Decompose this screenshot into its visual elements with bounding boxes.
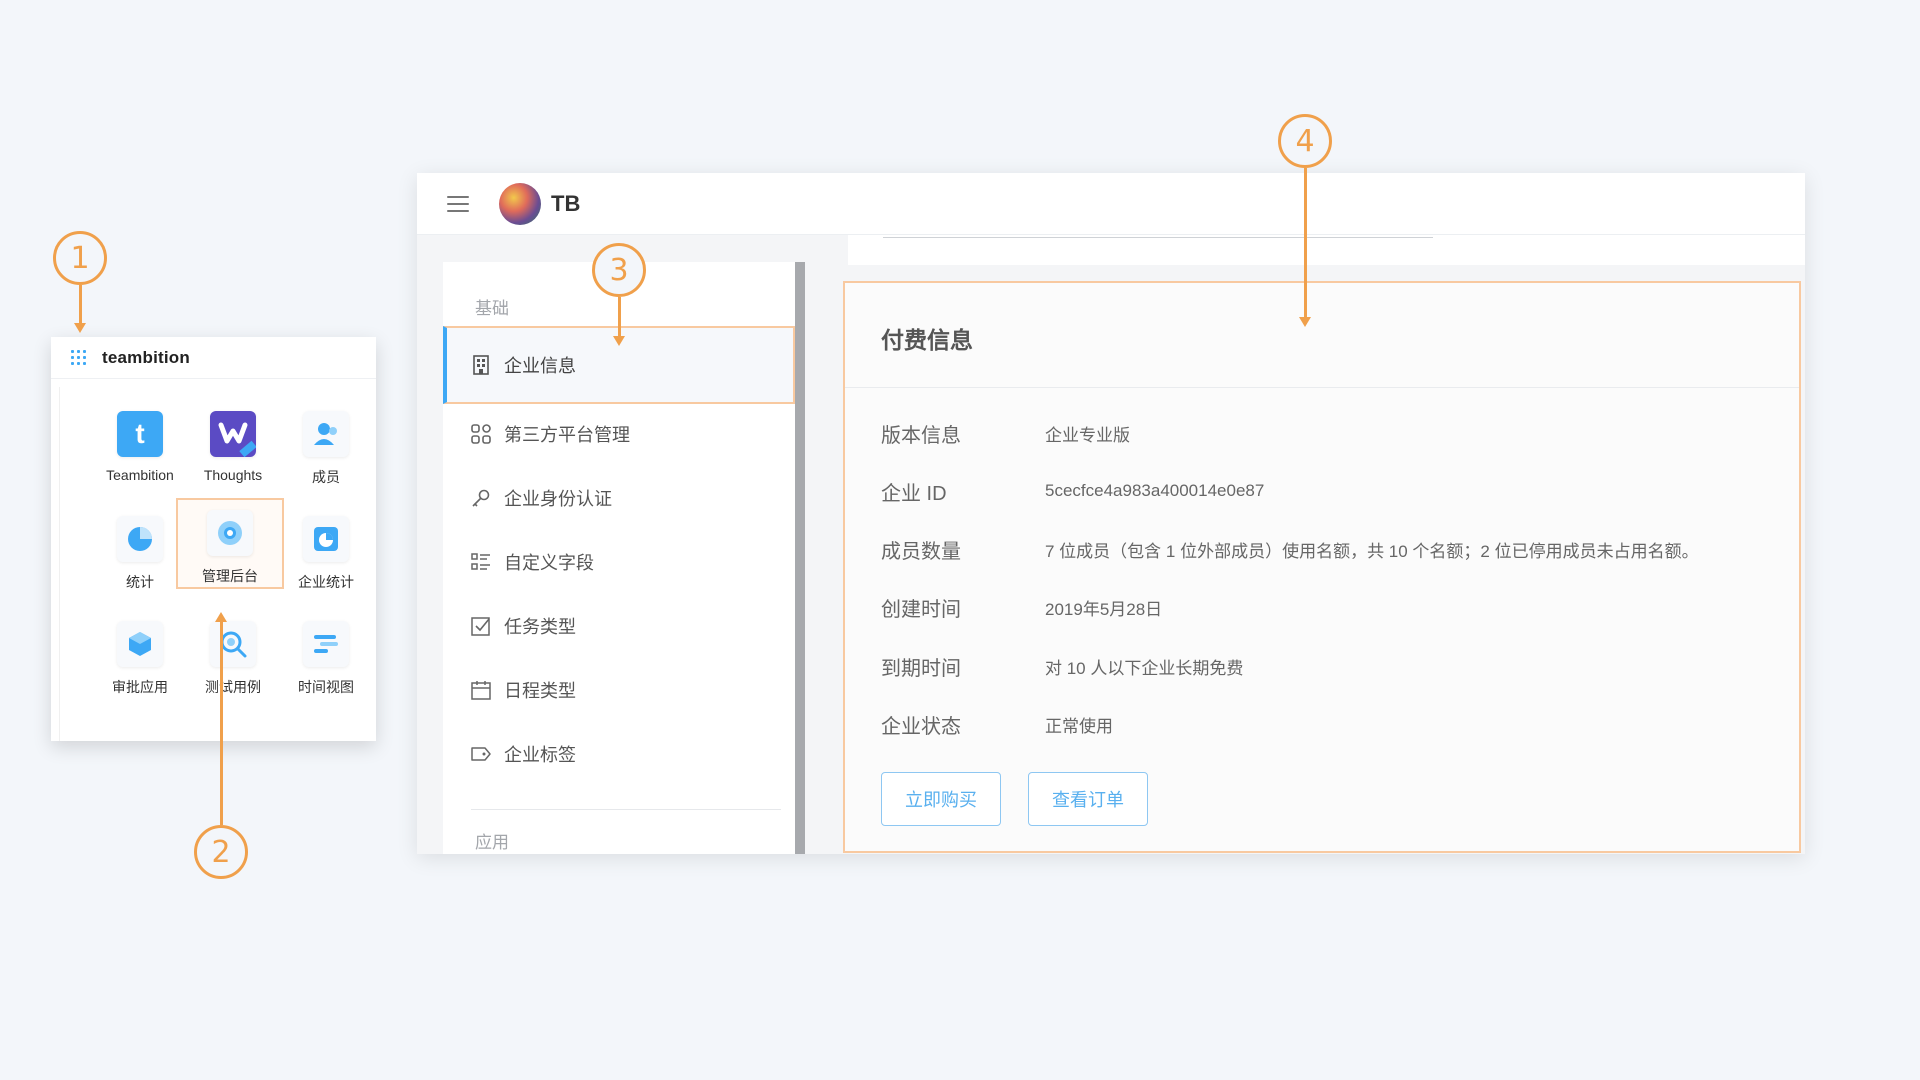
callout-1-line	[79, 285, 82, 324]
card-divider	[883, 237, 1433, 238]
pie-chart-icon	[117, 516, 163, 562]
members-icon	[303, 411, 349, 457]
info-key: 创建时间	[881, 598, 961, 621]
buy-now-button[interactable]: 立即购买	[881, 772, 1001, 826]
info-key: 企业 ID	[881, 482, 947, 505]
task-check-icon	[470, 615, 492, 637]
info-row-enterprise-id: 企业 ID 5cecfce4a983a400014e0e87	[881, 476, 1264, 506]
info-value: 2019年5月28日	[1045, 599, 1163, 619]
launcher-app-grid: t Teambition Thoughts 成员 统计 管理后台 企业统计 审批…	[59, 387, 376, 741]
app-label: 时间视图	[298, 679, 354, 695]
info-value: 7 位成员（包含 1 位外部成员）使用名额，共 10 个名额；2 位已停用成员未…	[1045, 541, 1699, 561]
calendar-icon	[470, 679, 492, 701]
view-orders-button[interactable]: 查看订单	[1028, 772, 1148, 826]
app-label: 审批应用	[112, 679, 168, 695]
info-row-edition: 版本信息 企业专业版	[881, 418, 1130, 448]
callout-2: 2	[194, 825, 248, 879]
admin-icon	[207, 510, 253, 556]
test-case-icon	[210, 621, 256, 667]
sidebar-section-apps: 应用	[475, 833, 509, 852]
info-value: 企业专业版	[1045, 425, 1130, 445]
app-thoughts[interactable]: Thoughts	[183, 401, 283, 501]
app-enterprise-stats[interactable]: 企业统计	[276, 506, 376, 606]
org-avatar[interactable]	[499, 182, 541, 225]
info-value: 正常使用	[1045, 716, 1113, 736]
key-icon	[470, 487, 492, 509]
thoughts-icon	[210, 411, 256, 457]
info-key: 到期时间	[881, 657, 961, 680]
svg-text:t: t	[135, 418, 144, 449]
sidebar-item-task-types[interactable]: 任务类型	[443, 596, 795, 656]
tag-icon	[470, 743, 492, 765]
app-label: Thoughts	[203, 467, 263, 483]
settings-sidebar: 基础 企业信息 第三方平台管理 企业身份认证 自定义字段 任务类型 日程类型 企…	[443, 262, 805, 854]
info-value: 对 10 人以下企业长期免费	[1045, 658, 1244, 678]
app-admin-console[interactable]: 管理后台	[176, 498, 284, 589]
app-label: 管理后台	[202, 568, 258, 584]
app-statistics[interactable]: 统计	[90, 506, 190, 606]
app-members[interactable]: 成员	[276, 401, 376, 501]
app-launcher-panel: teambition t Teambition Thoughts 成员 统计 管…	[51, 337, 376, 741]
org-name: TB	[551, 190, 581, 216]
payment-title: 付费信息	[881, 327, 973, 353]
info-row-status: 企业状态 正常使用	[881, 709, 1113, 739]
callout-2-arrow	[215, 612, 227, 622]
teambition-t-icon: t	[117, 411, 163, 457]
info-key: 企业状态	[881, 715, 961, 738]
callout-1: 1	[53, 231, 107, 285]
info-row-created: 创建时间 2019年5月28日	[881, 592, 1162, 622]
app-teambition[interactable]: t Teambition	[90, 401, 190, 501]
sidebar-item-label: 日程类型	[504, 681, 576, 701]
sidebar-item-custom-fields[interactable]: 自定义字段	[443, 532, 795, 592]
sidebar-divider	[471, 809, 781, 810]
hamburger-menu-icon[interactable]	[447, 195, 469, 212]
info-key: 版本信息	[881, 424, 961, 447]
fields-list-icon	[470, 551, 492, 573]
callout-3-line-b	[618, 297, 621, 337]
sidebar-item-label: 任务类型	[504, 617, 576, 637]
launcher-header: teambition	[51, 337, 376, 379]
app-label: 测试用例	[205, 679, 261, 695]
sidebar-item-third-party[interactable]: 第三方平台管理	[443, 404, 795, 464]
app-label: Teambition	[106, 467, 174, 483]
payment-info-card: 付费信息 版本信息 企业专业版 企业 ID 5cecfce4a983a40001…	[843, 281, 1801, 853]
app-label: 成员	[312, 469, 340, 485]
info-value: 5cecfce4a983a400014e0e87	[1045, 481, 1265, 500]
payment-divider	[845, 387, 1799, 388]
info-row-expiry: 到期时间 对 10 人以下企业长期免费	[881, 651, 1243, 681]
sidebar-item-label: 自定义字段	[504, 553, 594, 573]
callout-3: 3	[592, 243, 646, 297]
app-grid-icon[interactable]	[71, 349, 87, 366]
top-bar: TB	[417, 173, 1805, 235]
sidebar-item-schedule-types[interactable]: 日程类型	[443, 660, 795, 720]
callout-3-arrow	[613, 336, 625, 346]
callout-2-line	[220, 622, 223, 825]
app-label: 统计	[126, 574, 154, 590]
callout-1-arrow	[74, 323, 86, 333]
app-test-cases[interactable]: 测试用例	[183, 611, 283, 711]
apps-grid-icon	[470, 423, 492, 445]
sidebar-item-enterprise-tags[interactable]: 企业标签	[443, 724, 795, 784]
sidebar-section-basic: 基础	[475, 299, 509, 318]
previous-card	[848, 235, 1805, 265]
building-icon	[470, 354, 492, 376]
callout-4: 4	[1278, 114, 1332, 168]
info-row-member-count: 成员数量 7 位成员（包含 1 位外部成员）使用名额，共 10 个名额；2 位已…	[881, 534, 1699, 564]
sidebar-item-identity-auth[interactable]: 企业身份认证	[443, 468, 795, 528]
sidebar-item-label: 第三方平台管理	[504, 425, 630, 445]
launcher-title: teambition	[102, 347, 190, 367]
info-key: 成员数量	[881, 540, 961, 563]
callout-4-arrow	[1299, 317, 1311, 327]
callout-4-line	[1304, 168, 1307, 318]
timeline-icon	[303, 621, 349, 667]
cube-icon	[117, 621, 163, 667]
sidebar-item-label: 企业信息	[504, 356, 576, 376]
app-approval[interactable]: 审批应用	[90, 611, 190, 711]
app-label: 企业统计	[298, 574, 354, 590]
sidebar-item-label: 企业标签	[504, 745, 576, 765]
enterprise-stats-icon	[303, 516, 349, 562]
app-timeline[interactable]: 时间视图	[276, 611, 376, 711]
sidebar-item-label: 企业身份认证	[504, 489, 612, 509]
